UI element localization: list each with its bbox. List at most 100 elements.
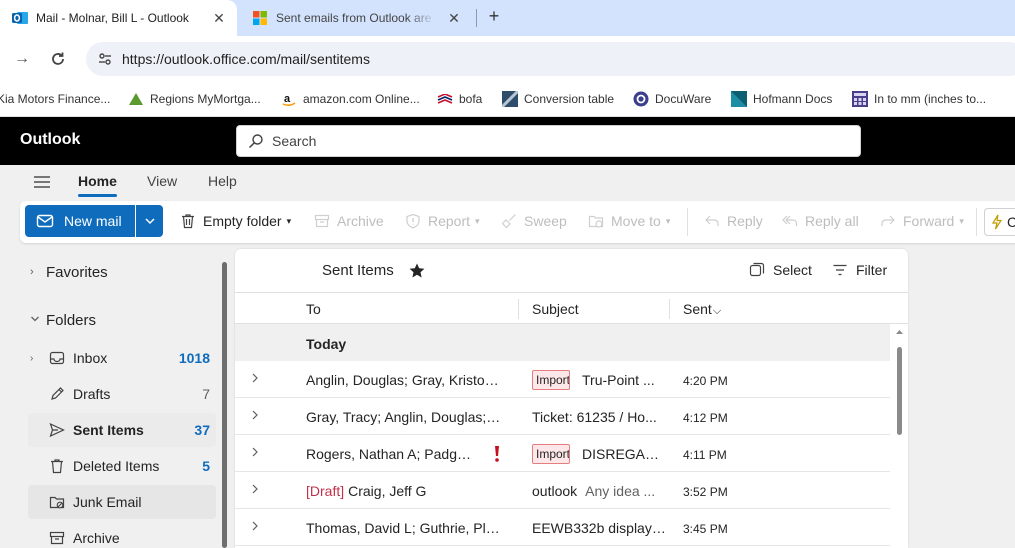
unread-count: 5	[202, 458, 210, 474]
folder-pane-scrollbar[interactable]	[222, 262, 227, 548]
chevron-right-icon[interactable]	[249, 446, 261, 458]
app-brand[interactable]: Outlook	[20, 131, 80, 149]
column-subject[interactable]: Subject	[532, 301, 579, 317]
message-row[interactable]: Thomas, David L; Guthrie, Ples ... EEWB3…	[235, 509, 890, 546]
bookmark-inches-to-mm[interactable]: In to mm (inches to...	[852, 88, 986, 110]
folder-drafts[interactable]: Drafts 7	[28, 377, 216, 411]
folder-name: Inbox	[73, 350, 108, 366]
shield-alert-icon	[404, 212, 422, 230]
folder-deleted-items[interactable]: Deleted Items 5	[28, 449, 216, 483]
filter-button[interactable]: Filter	[832, 262, 887, 278]
amazon-icon: a	[281, 91, 297, 107]
select-button[interactable]: Select	[749, 262, 812, 278]
tab-sent-emails-article[interactable]: Sent emails from Outlook are ra ✕	[240, 0, 472, 36]
bookmark-hofmann-docs[interactable]: Hofmann Docs	[731, 88, 832, 110]
message-row[interactable]: [Draft] Craig, Jeff G outlook Any idea ...…	[235, 472, 890, 509]
chevron-right-icon[interactable]: ›	[30, 353, 44, 364]
close-tab-icon[interactable]: ✕	[442, 6, 466, 30]
folder-sent-items[interactable]: Sent Items 37	[28, 413, 216, 447]
folder-archive[interactable]: Archive	[28, 521, 216, 548]
new-tab-button[interactable]: +	[482, 4, 506, 28]
new-mail-dropdown[interactable]	[136, 205, 163, 237]
reload-icon-glyph	[52, 52, 64, 65]
close-tab-icon[interactable]: ✕	[207, 6, 231, 30]
bookmark-amazon[interactable]: a amazon.com Online...	[281, 88, 420, 110]
bookmark-label: Hofmann Docs	[753, 92, 833, 106]
ribbon-tabs: Home View Help	[0, 165, 1015, 199]
sweep-button[interactable]: Sweep	[500, 210, 567, 232]
reply-label: Reply	[727, 213, 763, 229]
bookmark-conversion-table[interactable]: Conversion table	[502, 88, 614, 110]
empty-folder-button[interactable]: Empty folder ▾	[179, 210, 291, 232]
tab-home[interactable]: Home	[78, 173, 117, 189]
sent-time: 3:52 PM	[683, 485, 728, 499]
reload-icon[interactable]	[45, 46, 71, 72]
date-group-header[interactable]: Today	[235, 324, 890, 361]
bookmark-bofa[interactable]: bofa	[437, 88, 482, 110]
lightning-icon	[991, 214, 1003, 230]
hamburger-menu-icon[interactable]	[32, 173, 52, 191]
ribbon-divider	[687, 208, 688, 236]
chevron-down-icon: ▾	[959, 215, 964, 226]
message-row[interactable]: Anglin, Douglas; Gray, Kristop... Import…	[235, 361, 890, 398]
drafts-icon	[48, 385, 66, 403]
folder-move-icon	[587, 212, 605, 230]
bookmark-kia[interactable]: Kia Motors Finance...	[0, 88, 110, 110]
tab-outlook-mail[interactable]: Mail - Molnar, Bill L - Outlook ✕	[0, 0, 237, 36]
archive-icon	[48, 529, 66, 547]
message-row[interactable]: Gray, Tracy; Anglin, Douglas; J... Ticke…	[235, 398, 890, 435]
reply-all-button[interactable]: Reply all	[781, 210, 859, 232]
folders-section[interactable]: Folders	[26, 307, 96, 333]
column-divider[interactable]	[669, 299, 670, 319]
recipients: Gray, Tracy; Anglin, Douglas; J...	[306, 409, 502, 425]
forward-arrow-icon[interactable]: →	[9, 46, 35, 72]
ribbon-divider	[976, 208, 977, 236]
recipients: [Draft] Craig, Jeff G	[306, 483, 502, 499]
reply-all-icon	[781, 212, 799, 230]
bookmark-regions[interactable]: Regions MyMortga...	[128, 88, 261, 110]
quick-steps-button[interactable]: C	[984, 208, 1015, 236]
draft-marker: [Draft]	[306, 483, 345, 499]
message-list-scrollbar[interactable]	[897, 347, 902, 435]
reply-button[interactable]: Reply	[703, 210, 763, 232]
tab-help[interactable]: Help	[208, 173, 237, 189]
column-headers: To Subject Sent⌵	[235, 293, 908, 324]
high-importance-icon	[495, 446, 499, 462]
forward-label: Forward	[903, 213, 955, 229]
tab-view[interactable]: View	[147, 173, 177, 189]
bookmark-label: Conversion table	[524, 92, 615, 106]
chevron-right-icon[interactable]	[249, 372, 261, 384]
category-tag: Important	[532, 370, 570, 390]
move-to-button[interactable]: Move to ▾	[587, 210, 670, 232]
svg-text:a: a	[284, 93, 291, 105]
archive-button[interactable]: Archive	[313, 210, 384, 232]
sent-time: 3:45 PM	[683, 522, 728, 536]
new-mail-button[interactable]: New mail	[25, 205, 135, 237]
forward-button[interactable]: Forward ▾	[879, 210, 964, 232]
chevron-right-icon[interactable]	[249, 409, 261, 421]
outlook-icon	[12, 12, 28, 24]
recipients: Anglin, Douglas; Gray, Kristop...	[306, 372, 502, 388]
column-divider[interactable]	[518, 299, 519, 319]
chevron-right-icon[interactable]	[249, 483, 261, 495]
chevron-right-icon[interactable]	[249, 520, 261, 532]
url-text[interactable]: https://outlook.office.com/mail/sentitem…	[122, 51, 370, 67]
folder-inbox[interactable]: › Inbox 1018	[28, 341, 216, 375]
favorite-star-icon[interactable]	[408, 262, 426, 280]
scroll-up-arrow-icon[interactable]	[895, 329, 904, 335]
bookmark-docuware[interactable]: DocuWare	[633, 88, 711, 110]
browser-tab-strip: Mail - Molnar, Bill L - Outlook ✕ Sent e…	[0, 0, 1015, 36]
report-button[interactable]: Report ▾	[404, 210, 480, 232]
column-sent[interactable]: Sent⌵	[683, 301, 721, 318]
site-info-icon[interactable]	[90, 44, 120, 74]
favorites-section[interactable]: › Favorites	[26, 259, 108, 285]
message-list-header: Sent Items Select Filter	[235, 249, 908, 293]
recipients: Thomas, David L; Guthrie, Ples ...	[306, 520, 502, 536]
search-box[interactable]: Search	[236, 125, 861, 157]
bookmarks-bar: Kia Motors Finance... Regions MyMortga..…	[0, 82, 1015, 117]
folder-junk-email[interactable]: Junk Email	[28, 485, 216, 519]
message-row[interactable]: Rogers, Nathan A; Padge... Important DIS…	[235, 435, 890, 472]
omnibox[interactable]: https://outlook.office.com/mail/sentitem…	[86, 42, 1015, 76]
docuware-icon	[633, 91, 649, 107]
column-to[interactable]: To	[306, 301, 321, 317]
